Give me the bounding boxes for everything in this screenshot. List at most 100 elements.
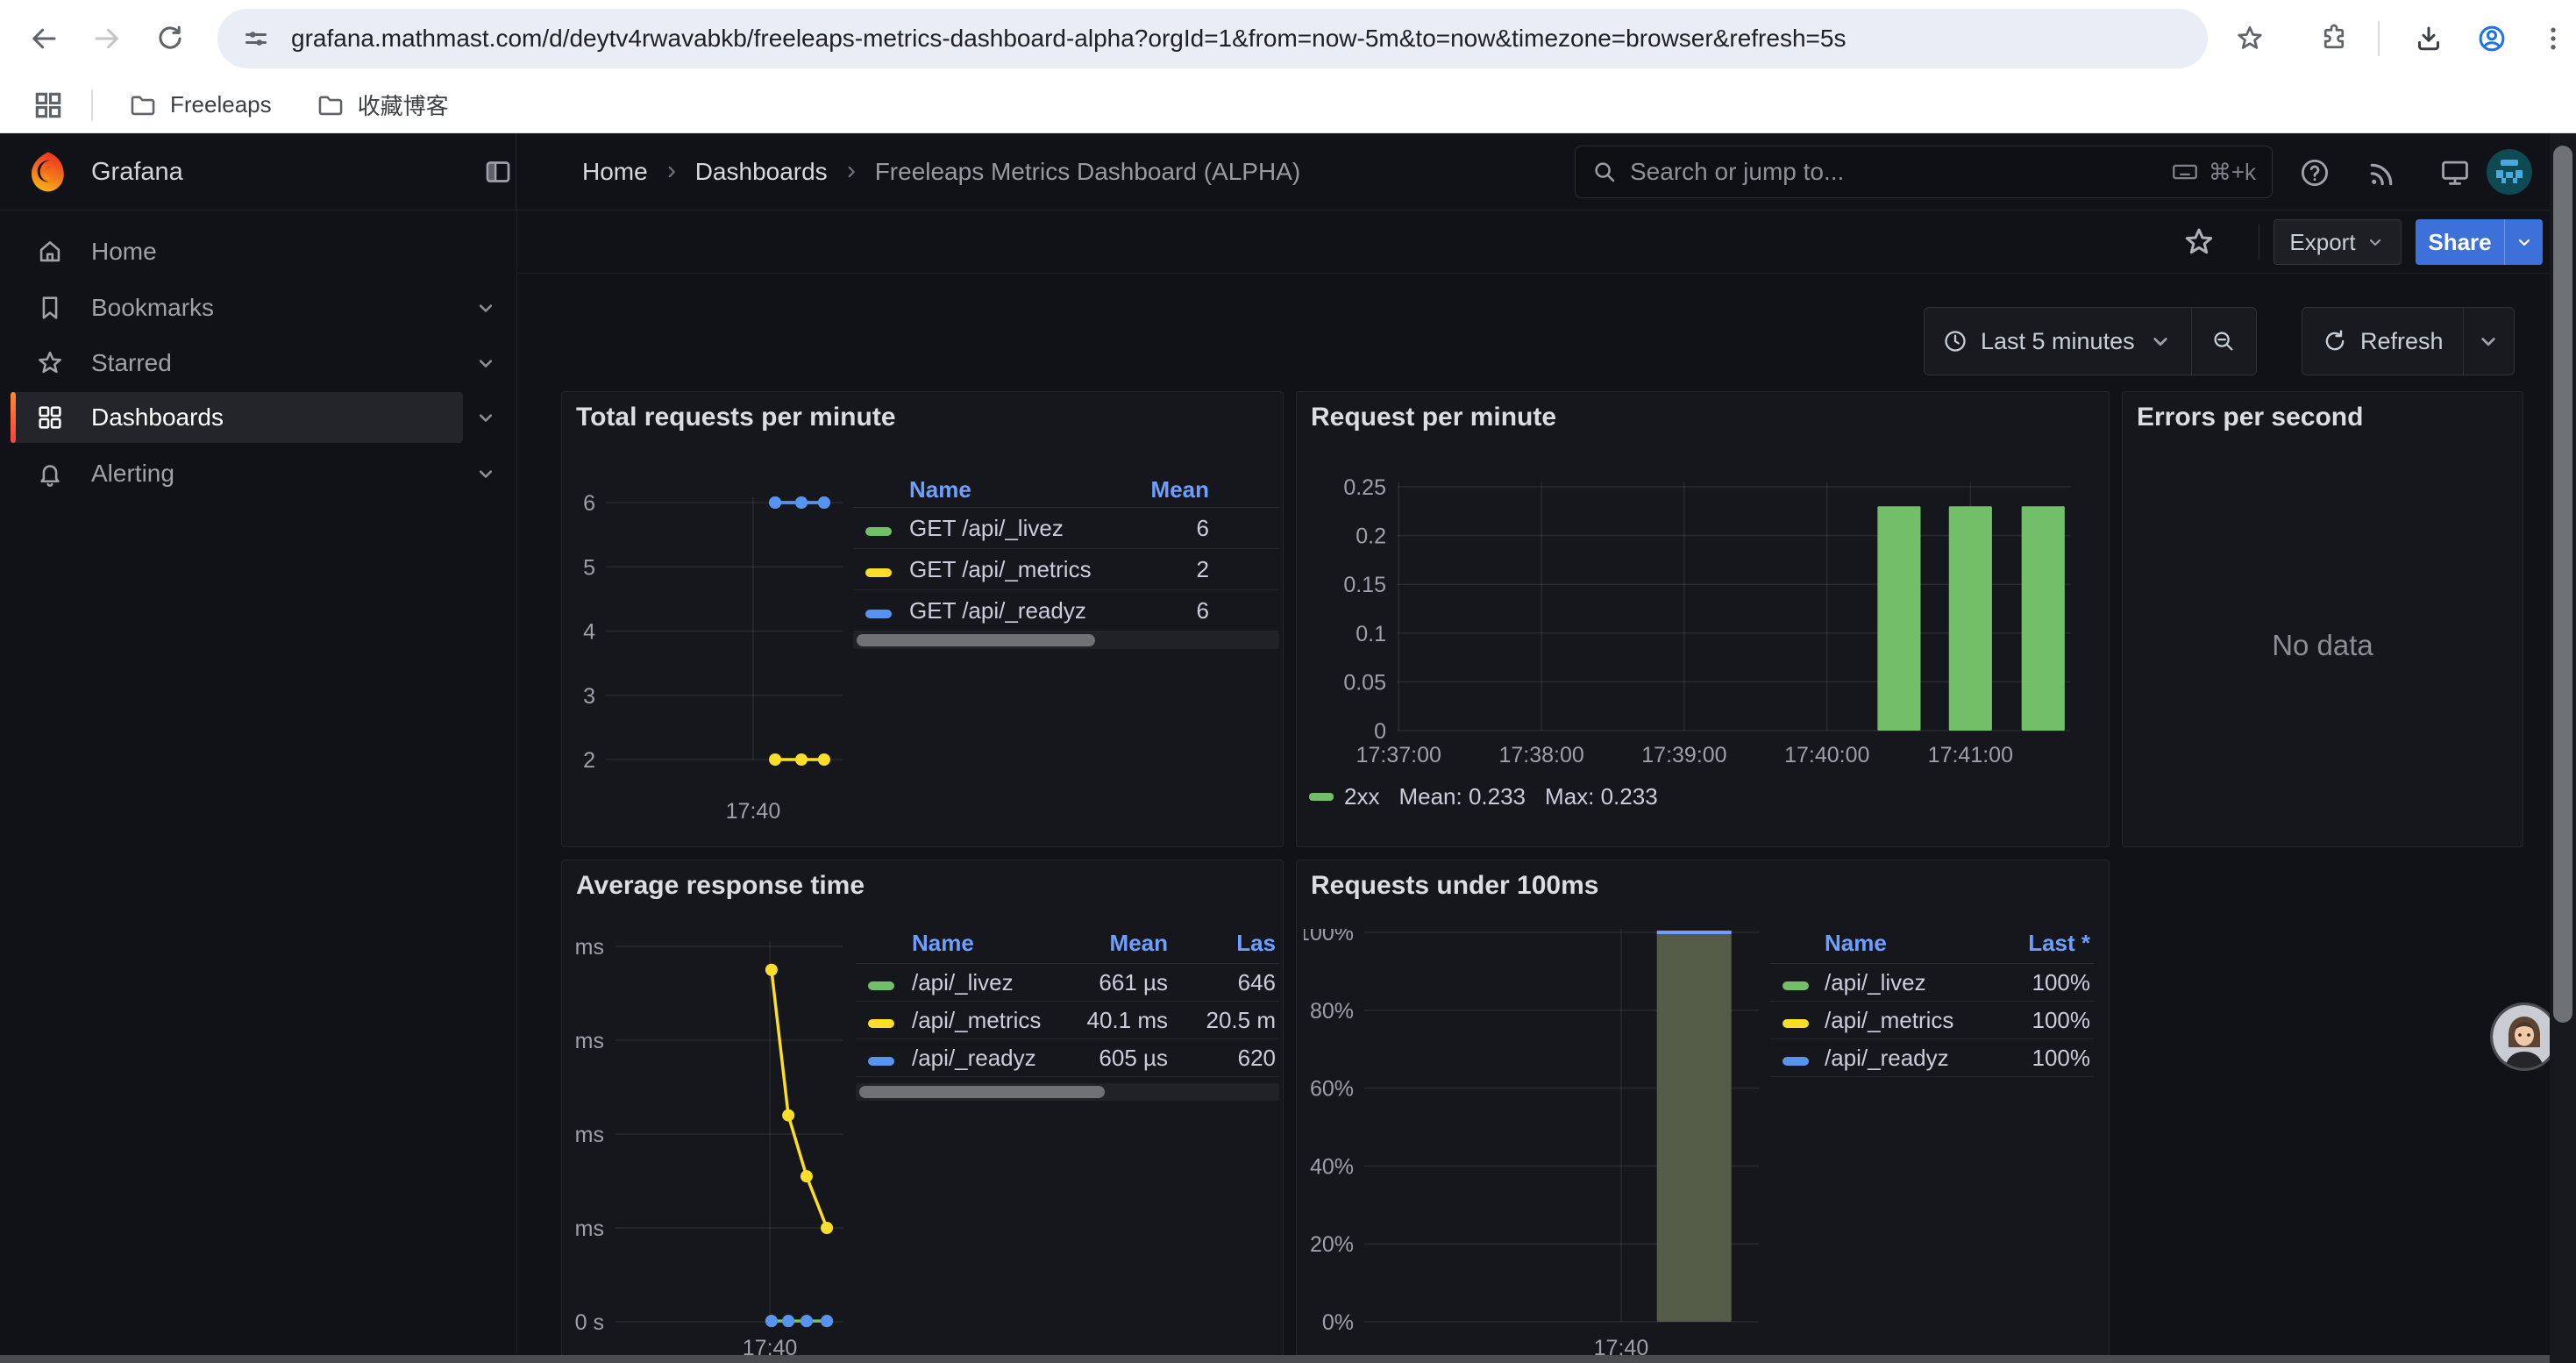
help-icon[interactable] (2298, 156, 2331, 189)
sidebar-item-alerting[interactable]: Alerting (0, 448, 517, 499)
forward-icon[interactable] (88, 19, 126, 58)
zoom-out-button[interactable] (2191, 308, 2256, 375)
svg-text:17:39:00: 17:39:00 (1641, 743, 1726, 767)
bookmark-item[interactable]: 收藏博客 (307, 83, 458, 126)
series-name[interactable]: /api/_livez (901, 969, 1056, 996)
sidebar-item-dashboards[interactable]: Dashboards (0, 392, 517, 443)
export-button[interactable]: Export (2274, 219, 2402, 265)
legend-table: NameMeanGET /api/_livez6GET /api/_metric… (853, 473, 1279, 649)
table-header-value[interactable]: Las (1171, 930, 1279, 957)
scrollbar-thumb[interactable] (2553, 146, 2572, 1023)
svg-text:0.1: 0.1 (1356, 622, 1386, 646)
legend-table-row[interactable]: /api/_metrics100% (1770, 1002, 2094, 1039)
series-value: 661 µs (1056, 969, 1171, 996)
refresh-button[interactable]: Refresh (2302, 308, 2463, 375)
news-rss-icon[interactable] (2366, 156, 2400, 189)
active-indicator (11, 392, 16, 443)
site-info-icon[interactable] (240, 23, 272, 54)
table-header-name[interactable]: Name (1814, 930, 1965, 957)
bookmark-item[interactable]: Freeleaps (119, 85, 281, 125)
downloads-icon[interactable] (2409, 19, 2448, 58)
breadcrumb-item[interactable]: Dashboards (695, 158, 828, 186)
url-bar[interactable]: grafana.mathmast.com/d/deytv4rwavabkb/fr… (217, 9, 2208, 68)
sync-icon (2322, 328, 2348, 354)
monitor-icon[interactable] (2438, 156, 2472, 189)
series-name[interactable]: GET /api/_readyz (899, 597, 1102, 624)
search-input[interactable]: Search or jump to... ⌘+k (1575, 146, 2273, 198)
grafana-logo[interactable] (26, 151, 68, 193)
toolbar-separator (2378, 21, 2380, 56)
legend-table-row[interactable]: /api/_livez100% (1770, 964, 2094, 1002)
legend-table-row[interactable]: GET /api/_livez6 (853, 508, 1279, 549)
page-scrollbar (2550, 133, 2576, 1363)
sidebar-item-starred[interactable]: Starred (0, 338, 517, 389)
legend-table-row[interactable]: GET /api/_readyz6 (853, 590, 1279, 632)
series-name[interactable]: 2xx (1344, 783, 1379, 810)
refresh-interval-button[interactable] (2463, 308, 2514, 375)
sidebar-item-bookmarks[interactable]: Bookmarks (0, 282, 517, 333)
legend-table-row[interactable]: GET /api/_metrics2 (853, 549, 1279, 590)
chevron-down-icon[interactable] (473, 351, 498, 375)
svg-text:60 ms: 60 ms (569, 1029, 604, 1053)
series-value: 646 (1171, 969, 1279, 996)
panel-title[interactable]: Requests under 100ms (1311, 871, 1598, 901)
series-name[interactable]: GET /api/_metrics (899, 556, 1102, 583)
apps-icon (35, 403, 65, 432)
search-icon (1591, 159, 1618, 185)
total-requests-chart: 6543217:40 (569, 476, 858, 827)
sidebar-item-home[interactable]: Home (0, 226, 517, 277)
series-color-pill (868, 1057, 894, 1066)
chevron-down-icon[interactable] (473, 461, 498, 486)
series-name[interactable]: /api/_readyz (1814, 1045, 1965, 1072)
series-name[interactable]: /api/_metrics (1814, 1007, 1965, 1034)
breadcrumb-item: Freeleaps Metrics Dashboard (ALPHA) (875, 158, 1301, 186)
panel-title[interactable]: Average response time (576, 871, 865, 901)
sidebar-toggle-icon[interactable] (482, 156, 514, 188)
series-value: 100% (1965, 1007, 2094, 1034)
table-scrollbar-thumb[interactable] (859, 1086, 1105, 1098)
bookmark-star-icon[interactable] (2231, 19, 2269, 58)
extensions-icon[interactable] (2315, 19, 2353, 58)
legend-table-row[interactable]: /api/_readyz100% (1770, 1039, 2094, 1077)
bookmark-label: Freeleaps (170, 91, 272, 118)
panel-title[interactable]: Request per minute (1311, 403, 1556, 432)
series-name[interactable]: /api/_metrics (901, 1007, 1056, 1034)
time-range-button[interactable]: Last 5 minutes (1925, 308, 2191, 375)
back-icon[interactable] (25, 19, 63, 58)
table-header-name[interactable]: Name (901, 930, 1056, 957)
legend-table-row[interactable]: /api/_readyz605 µs620 (856, 1039, 1279, 1077)
user-avatar[interactable] (2487, 149, 2532, 195)
breadcrumb-item[interactable]: Home (582, 158, 648, 186)
panel-title[interactable]: Total requests per minute (576, 403, 896, 432)
series-value: 20.5 m (1171, 1007, 1279, 1034)
legend-table-row[interactable]: /api/_livez661 µs646 (856, 964, 1279, 1002)
svg-text:4: 4 (583, 620, 595, 645)
reload-icon[interactable] (151, 19, 189, 58)
folder-icon (316, 90, 345, 120)
svg-text:3: 3 (583, 684, 595, 709)
chevron-down-icon[interactable] (473, 405, 498, 430)
horizontal-scrollbar[interactable] (0, 1355, 2550, 1363)
chevron-down-icon (2147, 328, 2174, 354)
series-name[interactable]: /api/_livez (1814, 969, 1965, 996)
legend-mean: Mean: 0.233 (1398, 783, 1526, 810)
table-header-value[interactable]: Last * (1965, 930, 2094, 957)
series-value: 6 (1102, 515, 1213, 542)
share-menu-button[interactable] (2504, 219, 2543, 265)
favorite-star-icon[interactable] (2181, 225, 2217, 260)
chevron-down-icon (2475, 328, 2501, 354)
series-name[interactable]: /api/_readyz (901, 1045, 1056, 1072)
browser-menu-icon[interactable] (2534, 19, 2572, 58)
table-header-value[interactable]: Mean (1056, 930, 1171, 957)
series-name[interactable]: GET /api/_livez (899, 515, 1102, 542)
panel-title[interactable]: Errors per second (2137, 403, 2363, 432)
chevron-down-icon[interactable] (473, 296, 498, 320)
share-button[interactable]: Share (2416, 219, 2504, 265)
apps-grid-icon[interactable] (32, 89, 65, 122)
floating-avatar[interactable] (2493, 1005, 2556, 1068)
legend-table-row[interactable]: /api/_metrics40.1 ms20.5 m (856, 1002, 1279, 1039)
table-header-name[interactable]: Name (899, 476, 1102, 503)
profile-icon[interactable] (2473, 19, 2511, 58)
table-header-value[interactable]: Mean (1102, 476, 1213, 503)
table-scrollbar-thumb[interactable] (857, 634, 1095, 646)
